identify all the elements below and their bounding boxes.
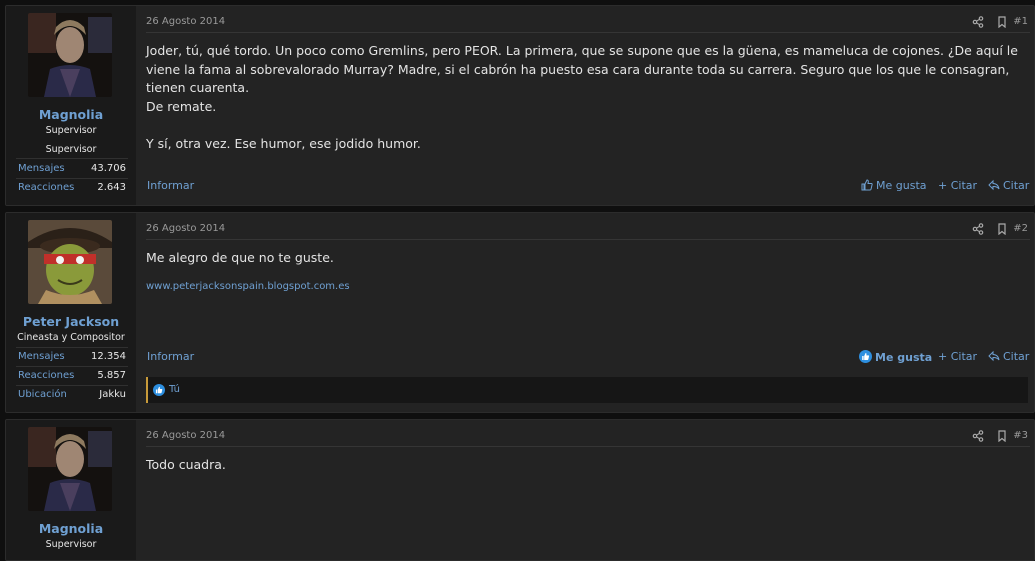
- share-icon[interactable]: [972, 430, 984, 442]
- reactions-bar[interactable]: Tú: [146, 377, 1028, 403]
- username[interactable]: Magnolia: [6, 107, 136, 122]
- signature-link[interactable]: www.peterjacksonspain.blogspot.com.es: [146, 281, 350, 292]
- post-user-sidebar: Magnolia Supervisor Supervisor Mensajes …: [6, 6, 136, 205]
- avatar[interactable]: [28, 220, 112, 304]
- post-paragraph: Y sí, otra vez. Ese humor, ese jodido hu…: [146, 136, 421, 151]
- user-banner: Supervisor: [45, 144, 97, 155]
- quote-button[interactable]: + Citar: [938, 179, 977, 192]
- divider: [16, 347, 128, 348]
- post-date[interactable]: 26 Agosto 2014: [146, 16, 225, 27]
- divider: [16, 178, 128, 179]
- plus-icon: +: [938, 179, 951, 192]
- bookmark-icon[interactable]: [996, 430, 1008, 442]
- plus-icon: +: [938, 350, 951, 363]
- thumbs-up-filled-icon: [153, 384, 165, 396]
- post-3: Magnolia Supervisor 26 Agosto 2014 #3 To…: [5, 419, 1035, 561]
- user-title: Supervisor: [45, 539, 97, 550]
- header-divider: [146, 239, 1030, 240]
- post-user-sidebar: Magnolia Supervisor: [6, 420, 136, 560]
- report-link[interactable]: Informar: [147, 350, 194, 363]
- reply-button[interactable]: Citar: [988, 179, 1029, 192]
- like-label: Me gusta: [875, 351, 933, 364]
- post-date[interactable]: 26 Agosto 2014: [146, 223, 225, 234]
- stat-value-reactions: 2.643: [97, 182, 126, 193]
- post-number[interactable]: #3: [1013, 430, 1028, 441]
- post-paragraph: Me alegro de que no te guste.: [146, 250, 334, 265]
- quote-label: Citar: [950, 179, 978, 192]
- share-icon[interactable]: [972, 16, 984, 28]
- stat-label-reactions: Reacciones: [18, 182, 75, 193]
- username[interactable]: Peter Jackson: [6, 314, 136, 329]
- stat-value-messages: 12.354: [91, 351, 126, 362]
- post-user-sidebar: Peter Jackson Cineasta y Compositor Mens…: [6, 213, 136, 412]
- thumbs-up-icon: [861, 179, 873, 191]
- like-button[interactable]: Me gusta: [859, 350, 932, 364]
- post-paragraph: Todo cuadra.: [146, 457, 226, 472]
- stat-value-location: Jakku: [99, 389, 126, 400]
- user-title: Supervisor: [45, 125, 97, 136]
- stat-label-location: Ubicación: [18, 389, 67, 400]
- bookmark-icon[interactable]: [996, 223, 1008, 235]
- reply-button[interactable]: Citar: [988, 350, 1029, 363]
- post-number[interactable]: #2: [1013, 223, 1028, 234]
- reply-label: Citar: [1003, 350, 1030, 363]
- post-number[interactable]: #1: [1013, 16, 1028, 27]
- bookmark-icon[interactable]: [996, 16, 1008, 28]
- post-2: Peter Jackson Cineasta y Compositor Mens…: [5, 212, 1035, 413]
- post-1: Magnolia Supervisor Supervisor Mensajes …: [5, 5, 1035, 206]
- stat-value-reactions: 5.857: [97, 370, 126, 381]
- stat-value-messages: 43.706: [91, 163, 126, 174]
- share-icon[interactable]: [972, 223, 984, 235]
- stat-label-messages: Mensajes: [18, 351, 65, 362]
- post-paragraph: Joder, tú, qué tordo. Un poco como Greml…: [146, 43, 1018, 95]
- reactions-user-link[interactable]: Tú: [169, 384, 180, 395]
- user-title: Cineasta y Compositor: [17, 332, 125, 343]
- header-divider: [146, 446, 1030, 447]
- header-divider: [146, 32, 1030, 33]
- username[interactable]: Magnolia: [6, 521, 136, 536]
- stat-label-messages: Mensajes: [18, 163, 65, 174]
- quote-button[interactable]: + Citar: [938, 350, 977, 363]
- like-label: Me gusta: [876, 179, 927, 192]
- stat-label-reactions: Reacciones: [18, 370, 75, 381]
- avatar[interactable]: [28, 13, 112, 97]
- post-paragraph: De remate.: [146, 99, 217, 114]
- quote-label: Citar: [950, 350, 978, 363]
- divider: [16, 366, 128, 367]
- reply-icon: [988, 179, 1000, 191]
- reply-icon: [988, 350, 1000, 362]
- thumbs-up-filled-icon: [859, 350, 872, 363]
- post-date[interactable]: 26 Agosto 2014: [146, 430, 225, 441]
- avatar[interactable]: [28, 427, 112, 511]
- report-link[interactable]: Informar: [147, 179, 194, 192]
- divider: [16, 158, 128, 159]
- divider: [16, 385, 128, 386]
- reply-label: Citar: [1003, 179, 1030, 192]
- like-button[interactable]: Me gusta: [861, 179, 927, 192]
